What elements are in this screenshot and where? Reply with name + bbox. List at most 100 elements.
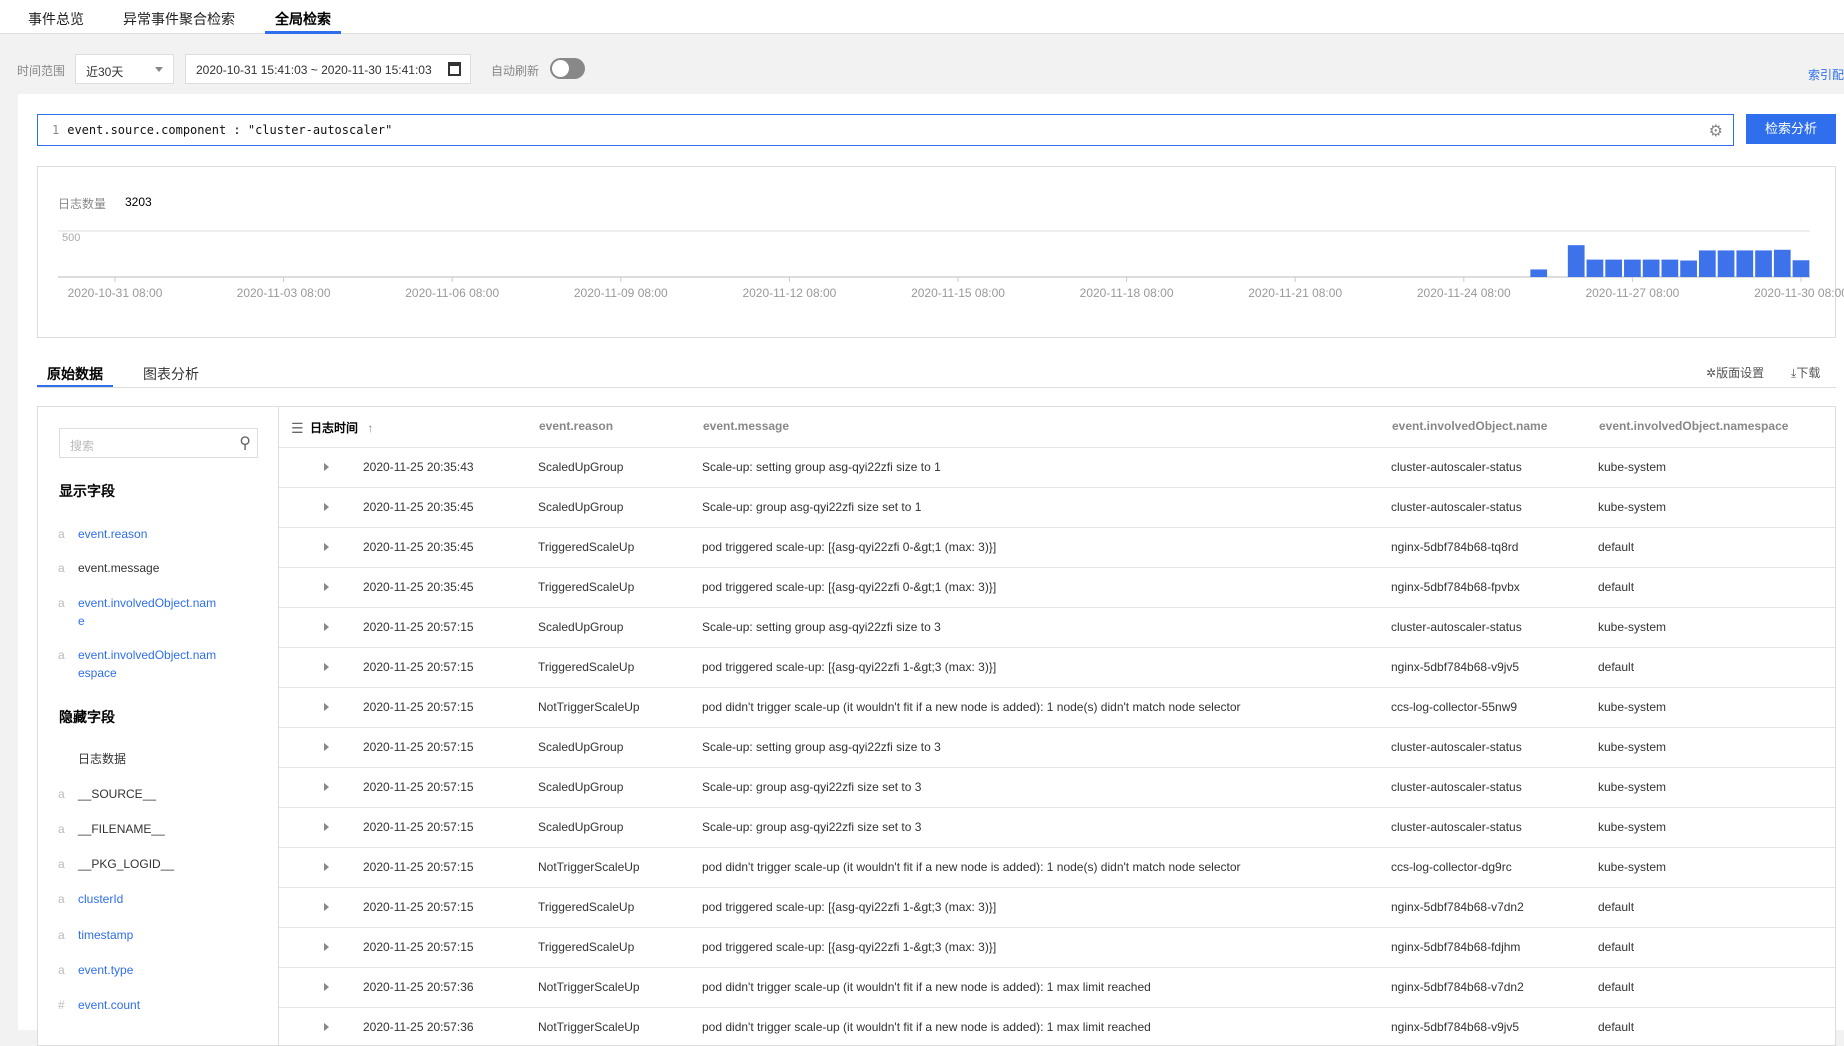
- column-header-time[interactable]: 日志时间 ↑: [310, 419, 373, 436]
- table-row[interactable]: 2020-11-25 20:35:43 ScaledUpGroup Scale-up…: [279, 447, 1835, 487]
- histogram-bar[interactable]: [1661, 259, 1679, 277]
- histogram-bar[interactable]: [1586, 259, 1604, 277]
- histogram-bar[interactable]: [1736, 250, 1754, 277]
- table-row[interactable]: 2020-11-25 20:57:15 TriggeredScaleUp pod t…: [279, 926, 1835, 967]
- cell-reason: NotTriggerScaleUp: [538, 979, 640, 994]
- cell-reason: ScaledUpGroup: [538, 779, 624, 794]
- cell-namespace: default: [1598, 1019, 1635, 1034]
- cell-message: pod didn't trigger scale-up (it wouldn't…: [702, 859, 1241, 874]
- x-tick-label: 2020-11-03 08:00: [236, 286, 331, 300]
- cell-object-name: nginx-5dbf784b68-v9jv5: [1391, 659, 1520, 674]
- expand-caret-icon[interactable]: [324, 463, 329, 471]
- column-header-message[interactable]: event.message: [703, 419, 789, 433]
- column-header-namespace[interactable]: event.involvedObject.namespace: [1599, 419, 1788, 433]
- cell-namespace: kube-system: [1598, 819, 1667, 834]
- histogram-bar[interactable]: [1605, 259, 1623, 277]
- expand-caret-icon[interactable]: [324, 982, 329, 991]
- string-type-icon: a: [58, 527, 65, 541]
- field-item[interactable]: a __PKG_LOGID__: [58, 855, 218, 873]
- cell-object-name: cluster-autoscaler-status: [1391, 739, 1522, 754]
- table-row[interactable]: 2020-11-25 20:35:45 ScaledUpGroup Scale-up…: [279, 486, 1835, 527]
- expand-caret-icon[interactable]: [324, 702, 329, 711]
- histogram-bar[interactable]: [1530, 269, 1548, 277]
- cell-namespace: default: [1598, 979, 1635, 994]
- table-row[interactable]: 2020-11-25 20:57:36 NotTriggerScaleUp pod …: [279, 1006, 1835, 1045]
- expand-caret-icon[interactable]: [324, 822, 329, 831]
- cell-message: Scale-up: setting group asg-qyi22zfi siz…: [702, 739, 941, 754]
- field-item[interactable]: a event.message: [58, 559, 218, 577]
- search-icon[interactable]: ⚲: [239, 433, 251, 452]
- cell-object-name: ccs-log-collector-55nw9: [1391, 699, 1518, 714]
- cell-message: pod triggered scale-up: [{asg-qyi22zfi 0…: [702, 579, 997, 594]
- column-toggle-icon[interactable]: ☰: [291, 420, 304, 437]
- table-row[interactable]: 2020-11-25 20:57:15 ScaledUpGroup Scale-up…: [279, 766, 1835, 807]
- table-row[interactable]: 2020-11-25 20:57:15 TriggeredScaleUp pod t…: [279, 886, 1835, 927]
- table-row[interactable]: 2020-11-25 20:57:15 ScaledUpGroup Scale-up…: [279, 806, 1835, 847]
- expand-caret-icon[interactable]: [324, 742, 329, 751]
- cell-object-name: cluster-autoscaler-status: [1391, 819, 1522, 834]
- field-item[interactable]: a event.involvedObject.name: [58, 594, 218, 630]
- field-name: 日志数据: [78, 752, 127, 766]
- field-item[interactable]: a timestamp: [58, 926, 218, 944]
- field-item[interactable]: a event.reason: [58, 525, 218, 543]
- cell-namespace: kube-system: [1598, 460, 1667, 474]
- tab-raw-data[interactable]: 原始数据: [47, 364, 103, 384]
- expand-caret-icon[interactable]: [324, 542, 329, 551]
- expand-caret-icon[interactable]: [324, 582, 329, 591]
- field-item[interactable]: a clusterId: [58, 890, 218, 908]
- x-tick-label: 2020-11-09 08:00: [573, 286, 668, 300]
- field-item[interactable]: # event.count: [58, 996, 218, 1014]
- histogram-bar[interactable]: [1773, 249, 1791, 277]
- expand-caret-icon[interactable]: [324, 902, 329, 911]
- table-row[interactable]: 2020-11-25 20:35:45 TriggeredScaleUp pod t…: [279, 566, 1835, 607]
- column-header-object-name[interactable]: event.involvedObject.name: [1392, 419, 1547, 433]
- table-row[interactable]: 2020-11-25 20:35:45 TriggeredScaleUp pod t…: [279, 526, 1835, 567]
- histogram-bar[interactable]: [1698, 250, 1716, 277]
- sort-arrow-up-icon[interactable]: ↑: [367, 421, 373, 435]
- download-button[interactable]: ⤓下载: [1791, 364, 1820, 381]
- cell-namespace: default: [1598, 939, 1635, 954]
- table-row[interactable]: 2020-11-25 20:57:15 NotTriggerScaleUp pod …: [279, 686, 1835, 727]
- string-type-icon: a: [58, 787, 65, 801]
- histogram-bar[interactable]: [1567, 245, 1585, 277]
- field-item[interactable]: 日志数据: [78, 750, 218, 768]
- histogram-bar[interactable]: [1717, 250, 1735, 277]
- cell-namespace: kube-system: [1598, 739, 1667, 754]
- string-type-icon: a: [58, 928, 65, 942]
- cell-time: 2020-11-25 20:35:45: [363, 579, 474, 594]
- histogram-bar[interactable]: [1792, 260, 1810, 277]
- table-row[interactable]: 2020-11-25 20:57:15 TriggeredScaleUp pod t…: [279, 646, 1835, 687]
- y-tick-label: 500: [62, 232, 80, 244]
- expand-caret-icon[interactable]: [324, 782, 329, 791]
- cell-message: pod triggered scale-up: [{asg-qyi22zfi 1…: [702, 659, 997, 674]
- field-item[interactable]: a event.type: [58, 961, 218, 979]
- tab-chart-analysis[interactable]: 图表分析: [143, 364, 199, 384]
- expand-caret-icon[interactable]: [324, 862, 329, 871]
- expand-caret-icon[interactable]: [324, 662, 329, 671]
- table-row[interactable]: 2020-11-25 20:57:15 ScaledUpGroup Scale-up…: [279, 726, 1835, 767]
- string-type-icon: a: [58, 963, 65, 977]
- histogram-bar[interactable]: [1624, 259, 1641, 277]
- field-name: event.type: [78, 963, 134, 977]
- string-type-icon: a: [58, 892, 65, 906]
- cell-reason: ScaledUpGroup: [538, 619, 624, 634]
- field-search-input[interactable]: 搜索 ⚲: [59, 428, 258, 458]
- expand-caret-icon[interactable]: [324, 502, 329, 511]
- histogram-bar[interactable]: [1642, 259, 1660, 277]
- column-header-reason[interactable]: event.reason: [539, 419, 613, 433]
- layout-settings-button[interactable]: ✲版面设置: [1706, 364, 1764, 381]
- field-item[interactable]: a event.involvedObject.namespace: [58, 646, 218, 682]
- histogram-bar[interactable]: [1755, 250, 1772, 277]
- histogram-bar[interactable]: [1680, 260, 1697, 277]
- string-type-icon: a: [58, 822, 65, 836]
- table-row[interactable]: 2020-11-25 20:57:36 NotTriggerScaleUp pod …: [279, 966, 1835, 1007]
- expand-caret-icon[interactable]: [324, 622, 329, 631]
- cell-object-name: cluster-autoscaler-status: [1391, 619, 1522, 634]
- cell-reason: NotTriggerScaleUp: [538, 1019, 640, 1034]
- table-row[interactable]: 2020-11-25 20:57:15 NotTriggerScaleUp pod …: [279, 846, 1835, 887]
- field-item[interactable]: a __SOURCE__: [58, 785, 218, 803]
- field-item[interactable]: a __FILENAME__: [58, 820, 218, 838]
- expand-caret-icon[interactable]: [324, 942, 329, 951]
- hidden-fields-title: 隐藏字段: [59, 709, 115, 725]
- table-row[interactable]: 2020-11-25 20:57:15 ScaledUpGroup Scale-up…: [279, 606, 1835, 647]
